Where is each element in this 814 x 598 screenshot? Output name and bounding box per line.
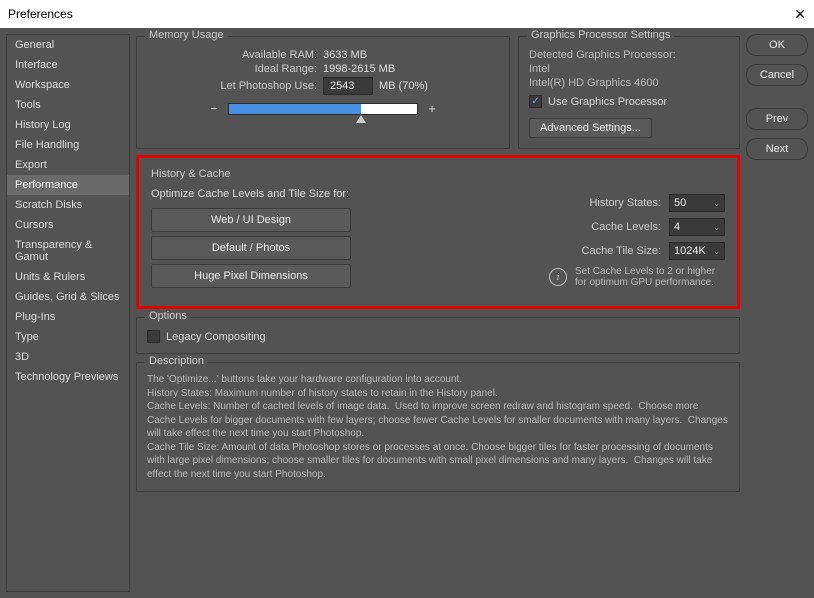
cache-tile-size-label: Cache Tile Size: [582,245,661,257]
graphics-group: Graphics Processor Settings Detected Gra… [518,36,740,149]
sidebar-item-export[interactable]: Export [7,155,129,175]
description-text: The 'Optimize...' buttons take your hard… [147,373,729,481]
ok-button[interactable]: OK [746,34,808,56]
description-legend: Description [145,355,208,367]
cache-tile-size-select[interactable]: 1024K ⌄ [669,242,725,260]
sidebar-item-history-log[interactable]: History Log [7,115,129,135]
description-group: Description The 'Optimize...' buttons ta… [136,362,740,492]
history-states-select[interactable]: 50 ⌄ [669,194,725,212]
web-ui-design-button[interactable]: Web / UI Design [151,208,351,232]
memory-legend: Memory Usage [145,29,228,41]
window-title: Preferences [8,7,73,21]
sidebar-item-scratch-disks[interactable]: Scratch Disks [7,195,129,215]
sidebar-item-transparency-gamut[interactable]: Transparency & Gamut [7,235,129,267]
options-legend: Options [145,310,191,322]
ideal-range-value: 1998-2615 MB [323,63,395,75]
let-use-unit: MB (70%) [379,80,428,92]
gp-vendor: Intel [529,63,729,75]
chevron-down-icon: ⌄ [713,247,720,256]
plus-icon[interactable]: + [426,101,438,116]
cache-levels-label: Cache Levels: [591,221,661,233]
history-states-label: History States: [589,197,661,209]
history-legend: History & Cache [151,168,725,180]
titlebar: Preferences ✕ [0,0,814,28]
sidebar-item-performance[interactable]: Performance [7,175,129,195]
history-states-value: 50 [674,197,686,209]
cache-levels-value: 4 [674,221,680,233]
legacy-compositing-label: Legacy Compositing [166,331,266,343]
cancel-button[interactable]: Cancel [746,64,808,86]
advanced-settings-button[interactable]: Advanced Settings... [529,118,652,138]
chevron-down-icon: ⌄ [713,199,720,208]
default-photos-button[interactable]: Default / Photos [151,236,351,260]
sidebar-item-general[interactable]: General [7,35,129,55]
sidebar-item-file-handling[interactable]: File Handling [7,135,129,155]
chevron-down-icon: ⌄ [713,223,720,232]
next-button[interactable]: Next [746,138,808,160]
detected-label: Detected Graphics Processor: [529,49,729,61]
available-ram-label: Available RAM: [147,49,317,61]
history-highlight: History & Cache Optimize Cache Levels an… [136,155,740,309]
optimize-label: Optimize Cache Levels and Tile Size for: [151,188,391,200]
options-group: Options ✓ Legacy Compositing [136,317,740,354]
sidebar-item-cursors[interactable]: Cursors [7,215,129,235]
memory-usage-group: Memory Usage Available RAM: 3633 MB Idea… [136,36,510,149]
cache-levels-select[interactable]: 4 ⌄ [669,218,725,236]
ideal-range-label: Ideal Range: [147,63,317,75]
slider-thumb[interactable] [356,115,366,123]
slider-fill [229,104,361,114]
sidebar-item-type[interactable]: Type [7,327,129,347]
legacy-compositing-checkbox[interactable]: ✓ [147,330,160,343]
info-icon: i [549,268,567,286]
sidebar-item-3d[interactable]: 3D [7,347,129,367]
sidebar-item-units-rulers[interactable]: Units & Rulers [7,267,129,287]
graphics-legend: Graphics Processor Settings [527,29,674,41]
sidebar-item-workspace[interactable]: Workspace [7,75,129,95]
sidebar: GeneralInterfaceWorkspaceToolsHistory Lo… [6,34,130,592]
let-use-label: Let Photoshop Use: [147,80,317,92]
history-cache-group: History & Cache Optimize Cache Levels an… [139,158,737,306]
huge-pixel-button[interactable]: Huge Pixel Dimensions [151,264,351,288]
prev-button[interactable]: Prev [746,108,808,130]
let-use-input[interactable] [323,77,373,95]
sidebar-item-interface[interactable]: Interface [7,55,129,75]
cache-tile-size-value: 1024K [674,245,706,257]
close-icon[interactable]: ✕ [794,6,806,23]
use-gp-checkbox[interactable]: ✓ [529,95,542,108]
dialog-buttons: OK Cancel Prev Next [746,34,808,592]
cache-info-text: Set Cache Levels to 2 or higher for opti… [575,266,725,288]
available-ram-value: 3633 MB [323,49,367,61]
sidebar-item-technology-previews[interactable]: Technology Previews [7,367,129,387]
dialog-body: GeneralInterfaceWorkspaceToolsHistory Lo… [0,28,814,598]
sidebar-item-guides-grid-slices[interactable]: Guides, Grid & Slices [7,287,129,307]
sidebar-item-tools[interactable]: Tools [7,95,129,115]
use-gp-label: Use Graphics Processor [548,96,667,108]
sidebar-item-plug-ins[interactable]: Plug-Ins [7,307,129,327]
minus-icon[interactable]: − [208,101,220,116]
main-panel: Memory Usage Available RAM: 3633 MB Idea… [136,34,740,592]
gp-model: Intel(R) HD Graphics 4600 [529,77,729,89]
memory-slider[interactable] [228,103,418,115]
